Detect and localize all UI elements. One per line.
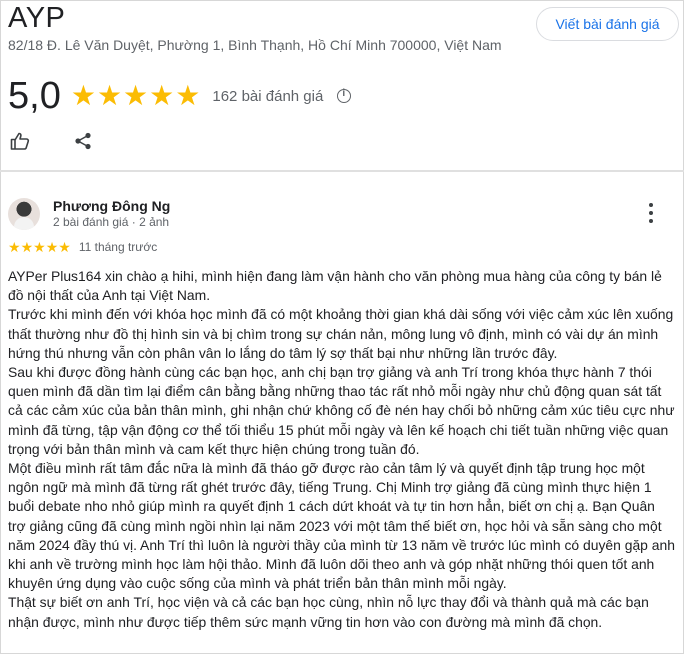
review-paragraph: Sau khi được đồng hành cùng các bạn học,…: [8, 364, 675, 457]
reviewer-avatar[interactable]: [8, 198, 40, 230]
review-paragraph: Thật sự biết ơn anh Trí, học viện và cả …: [8, 594, 649, 630]
info-icon[interactable]: [337, 88, 352, 103]
review-paragraph: Trước khi mình đến với khóa học mình đã …: [8, 306, 674, 361]
star-icon: ★: [149, 80, 175, 111]
star-icon: ★: [20, 239, 34, 255]
more-vertical-icon[interactable]: [646, 203, 656, 223]
review-paragraph: Một điều mình rất tâm đắc nữa là mình đã…: [8, 460, 675, 592]
reviewer-name[interactable]: Phương Đông Ng: [53, 198, 170, 214]
star-icon: ★: [96, 80, 123, 111]
divider: [0, 170, 684, 172]
review-count[interactable]: 162 bài đánh giá: [212, 88, 323, 105]
review-paragraph: AYPer Plus164 xin chào ạ hihi, mình hiện…: [8, 268, 662, 304]
star-icon: ★: [58, 239, 71, 255]
star-icon: ★: [8, 239, 21, 255]
rating-stars: ★ ★ ★ ★ ★: [71, 82, 201, 110]
star-icon: ★: [70, 80, 96, 111]
rating-summary: 5,0 ★ ★ ★ ★ ★ 162 bài đánh giá: [8, 74, 352, 118]
write-review-button[interactable]: Viết bài đánh giá: [536, 7, 679, 41]
like-icon[interactable]: [10, 132, 30, 150]
star-icon: ★: [123, 80, 149, 111]
star-icon: ★: [33, 239, 46, 255]
business-address: 82/18 Đ. Lê Văn Duyệt, Phường 1, Bình Th…: [8, 37, 502, 53]
review-text: AYPer Plus164 xin chào ạ hihi, mình hiện…: [8, 267, 676, 632]
star-icon: ★: [175, 80, 201, 111]
review-stars: ★ ★ ★ ★ ★: [8, 240, 71, 254]
rating-score: 5,0: [8, 74, 61, 117]
review-time: 11 tháng trước: [78, 240, 158, 254]
reviewer-meta: 2 bài đánh giá · 2 ảnh: [53, 215, 170, 229]
share-icon[interactable]: [74, 132, 92, 150]
business-name: AYP: [8, 2, 66, 34]
star-icon: ★: [45, 239, 59, 255]
review-rating: ★ ★ ★ ★ ★ 11 tháng trước: [8, 239, 157, 255]
